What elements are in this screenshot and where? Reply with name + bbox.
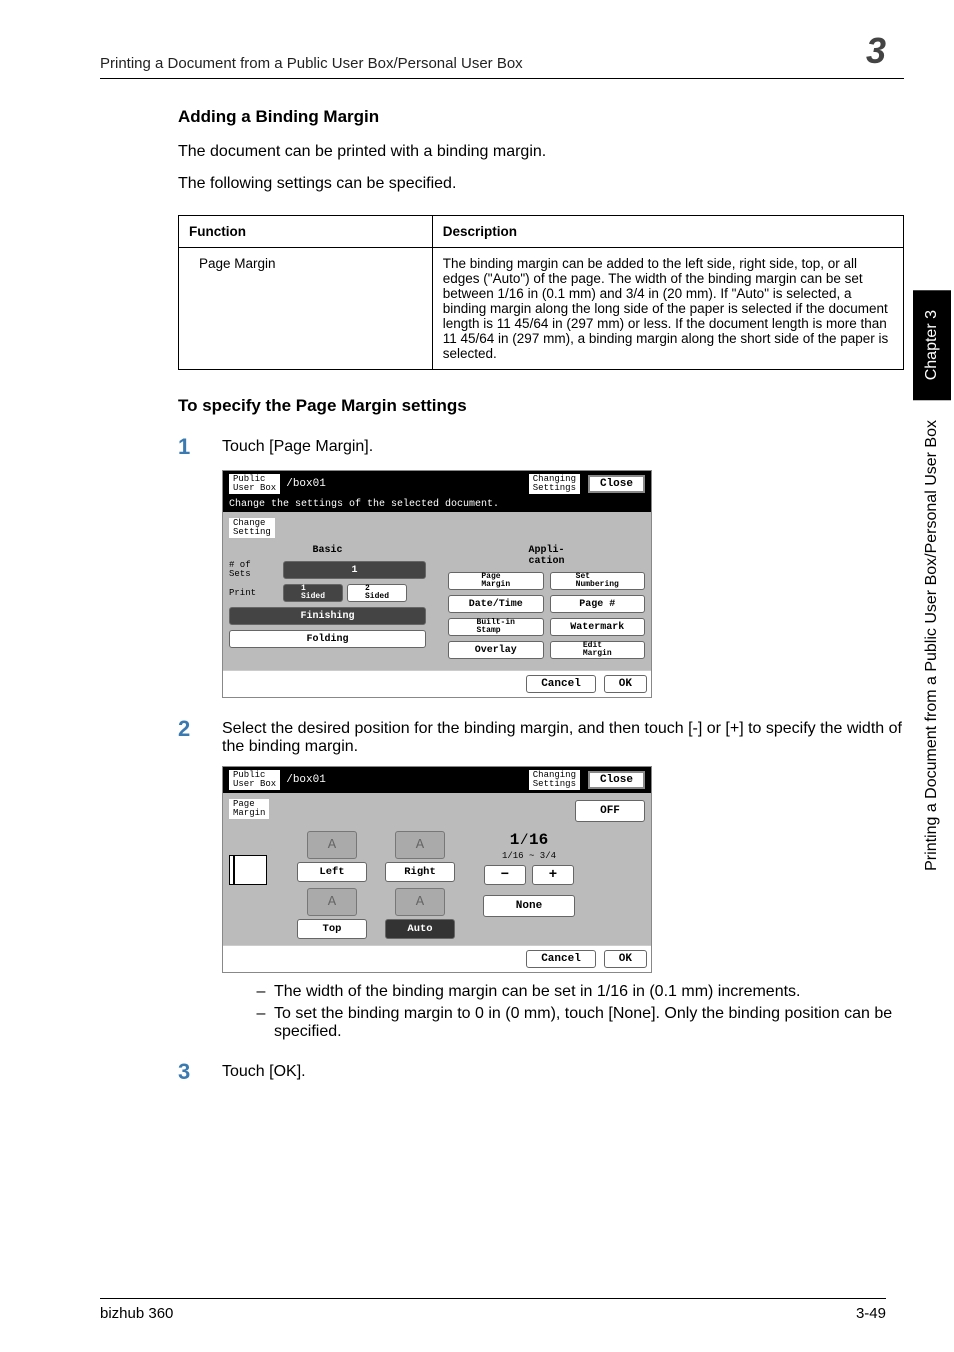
bullet-dash-1: –	[248, 983, 274, 1001]
margin-range: 1/16 ~ 3/4	[502, 851, 556, 861]
step-2-text: Select the desired position for the bind…	[222, 720, 904, 756]
section-heading-adding-binding-margin: Adding a Binding Margin	[178, 107, 904, 127]
sets-label: # of Sets	[229, 561, 279, 579]
th-description: Description	[432, 216, 903, 248]
date-time-button[interactable]: Date/Time	[448, 595, 544, 613]
plus-button[interactable]: +	[532, 865, 574, 885]
margin-preview	[229, 831, 283, 939]
panel1-box-path: /box01	[286, 478, 326, 490]
left-button[interactable]: Left	[297, 862, 367, 882]
one-sided-button[interactable]: 1 Sided	[283, 584, 343, 602]
edit-margin-button[interactable]: Edit Margin	[550, 641, 646, 659]
finishing-button[interactable]: Finishing	[229, 607, 426, 625]
panel2-close-button[interactable]: Close	[588, 771, 645, 789]
step-1-text: Touch [Page Margin].	[222, 438, 373, 456]
bullet-1: The width of the binding margin can be s…	[274, 983, 904, 1001]
header-rule	[100, 78, 904, 79]
top-button[interactable]: Top	[297, 919, 367, 939]
bullet-dash-2: –	[248, 1005, 274, 1041]
side-tab-title: Printing a Document from a Public User B…	[913, 400, 951, 891]
bullet-2: To set the binding margin to 0 in (0 mm)…	[274, 1005, 904, 1041]
header-chapter-number: 3	[866, 30, 886, 72]
watermark-button[interactable]: Watermark	[550, 618, 646, 636]
panel1-application-header: Appli- cation	[448, 542, 645, 572]
minus-button[interactable]: −	[484, 865, 526, 885]
panel-change-settings: PublicUser Box /box01 ChangingSettings C…	[222, 470, 652, 698]
panel2-header: PublicUser Box /box01 ChangingSettings C…	[223, 767, 651, 793]
none-button[interactable]: None	[483, 895, 575, 917]
side-tab: Chapter 3 Printing a Document from a Pub…	[910, 290, 954, 891]
step-1-number: 1	[178, 434, 222, 460]
step-3-number: 3	[178, 1059, 222, 1085]
panel2-cancel-button[interactable]: Cancel	[526, 950, 596, 968]
page-num-button[interactable]: Page #	[550, 595, 646, 613]
th-function: Function	[179, 216, 433, 248]
folding-button[interactable]: Folding	[229, 630, 426, 648]
set-numbering-button[interactable]: Set Numbering	[550, 572, 646, 590]
panel2-tab-page-margin: Page Margin	[229, 799, 269, 819]
header-breadcrumb: Printing a Document from a Public User B…	[100, 55, 866, 72]
panel1-title-box: PublicUser Box	[229, 474, 280, 494]
panel1-close-button[interactable]: Close	[588, 475, 645, 493]
top-icon: A	[307, 888, 357, 916]
side-tab-chapter: Chapter 3	[913, 290, 951, 400]
panel-page-margin: PublicUser Box /box01 ChangingSettings C…	[222, 766, 652, 973]
step-2-number: 2	[178, 716, 222, 742]
print-label: Print	[229, 589, 279, 598]
builtin-stamp-button[interactable]: Built-in Stamp	[448, 618, 544, 636]
body-para-1: The document can be printed with a bindi…	[178, 143, 904, 161]
procedure-heading: To specify the Page Margin settings	[100, 396, 904, 416]
panel1-subheader: Change the settings of the selected docu…	[223, 497, 651, 512]
footer-right: 3-49	[856, 1305, 886, 1322]
panel2-title-box: PublicUser Box	[229, 770, 280, 790]
left-icon: A	[307, 831, 357, 859]
panel2-changing: ChangingSettings	[529, 770, 580, 790]
panel2-box-path: /box01	[286, 774, 326, 786]
td-function: Page Margin	[179, 248, 433, 370]
margin-value: 1⁄16	[510, 831, 548, 849]
sets-value[interactable]: 1	[283, 561, 426, 579]
right-button[interactable]: Right	[385, 862, 455, 882]
footer-left: bizhub 360	[100, 1305, 173, 1322]
body-para-2: The following settings can be specified.	[178, 175, 904, 193]
auto-icon: A	[395, 888, 445, 916]
function-table: Function Description Page Margin The bin…	[178, 215, 904, 370]
two-sided-button[interactable]: 2 Sided	[347, 584, 407, 602]
off-button[interactable]: OFF	[575, 800, 645, 822]
auto-button[interactable]: Auto	[385, 919, 455, 939]
panel1-tab-change-setting[interactable]: Change Setting	[229, 518, 275, 538]
panel1-basic-header: Basic	[229, 542, 426, 561]
panel2-ok-button[interactable]: OK	[604, 950, 647, 968]
td-description: The binding margin can be added to the l…	[432, 248, 903, 370]
page-margin-button[interactable]: Page Margin	[448, 572, 544, 590]
panel1-header: PublicUser Box /box01 ChangingSettings C…	[223, 471, 651, 497]
panel1-changing: ChangingSettings	[529, 474, 580, 494]
step-3-text: Touch [OK].	[222, 1063, 306, 1081]
panel1-cancel-button[interactable]: Cancel	[526, 675, 596, 693]
right-icon: A	[395, 831, 445, 859]
panel1-ok-button[interactable]: OK	[604, 675, 647, 693]
overlay-button[interactable]: Overlay	[448, 641, 544, 659]
